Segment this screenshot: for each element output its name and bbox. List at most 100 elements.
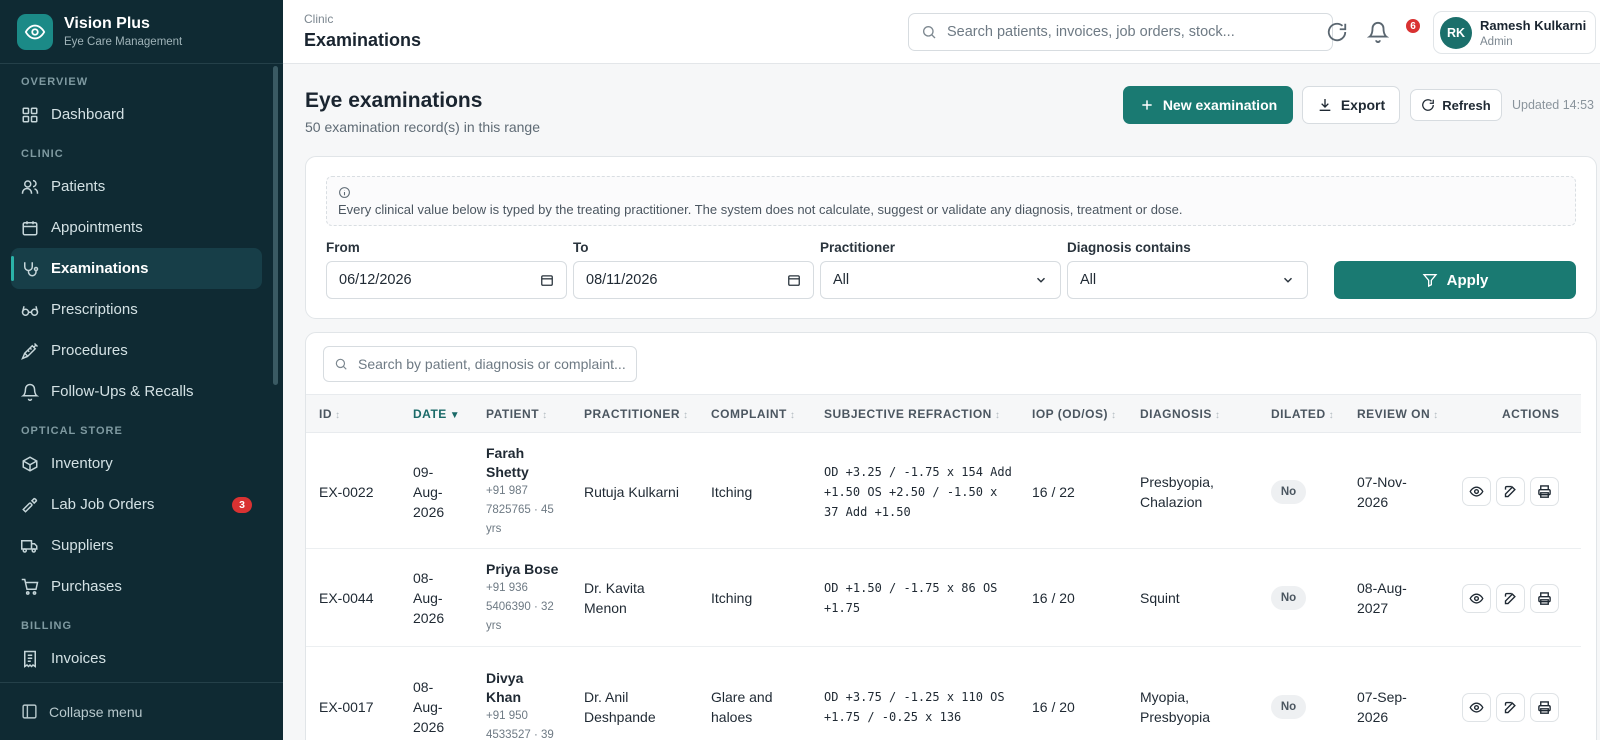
printer-icon xyxy=(1538,701,1551,714)
edit-button[interactable] xyxy=(1496,584,1525,613)
table-row[interactable]: EX-0017 08- Aug- 2026 Divya Khan +91 950 453352… xyxy=(306,647,1581,740)
sidebar-item-suppliers[interactable]: Suppliers xyxy=(11,525,262,566)
page-subtitle: 50 examination record(s) in this range xyxy=(305,119,541,135)
column-header-date[interactable]: DATE ▼ xyxy=(413,407,460,421)
column-header-patient[interactable]: PATIENT ↕ xyxy=(486,407,548,421)
patient-cell[interactable]: Divya Khan +91 950 4533527 · 39 xyxy=(486,669,566,740)
patient-contact: +91 936 xyxy=(486,582,528,594)
patient-name[interactable]: Shetty xyxy=(486,463,566,482)
stethoscope-icon xyxy=(24,261,39,276)
exam-date-line: 2026 xyxy=(413,719,445,735)
new-examination-button[interactable]: New examination xyxy=(1123,86,1293,124)
view-button[interactable] xyxy=(1462,693,1491,722)
refresh-icon[interactable] xyxy=(1326,21,1348,43)
calendar-icon[interactable] xyxy=(540,273,554,287)
table-search-input[interactable] xyxy=(358,356,628,372)
patient-contact: 4533527 · 39 xyxy=(486,729,554,740)
sidebar-item-appointments[interactable]: Appointments xyxy=(11,207,262,248)
nav-section-overview: OVERVIEW xyxy=(21,76,89,88)
refresh-button[interactable]: Refresh xyxy=(1410,89,1502,121)
from-date-input[interactable]: 06/12/2026 xyxy=(326,261,567,299)
print-button[interactable] xyxy=(1530,584,1559,613)
column-label: PATIENT xyxy=(486,407,540,421)
refresh-icon xyxy=(1422,99,1435,111)
practitioner-line: Deshpande xyxy=(584,709,656,725)
complaint: Itching xyxy=(711,482,752,502)
edit-button[interactable] xyxy=(1496,477,1525,506)
patient-cell[interactable]: Priya Bose +91 936 5406390 · 32 yrs xyxy=(486,560,566,636)
column-label: ID xyxy=(319,407,332,421)
patient-name[interactable]: Divya xyxy=(486,669,566,688)
apply-button[interactable]: Apply xyxy=(1334,261,1576,299)
edit-button[interactable] xyxy=(1496,693,1525,722)
users-icon xyxy=(21,179,39,194)
column-label: PRACTITIONER xyxy=(584,407,680,421)
column-header-complaint[interactable]: COMPLAINT ↕ xyxy=(711,407,795,421)
global-search-input[interactable] xyxy=(947,24,1317,40)
diagnosis-line: Chalazion xyxy=(1140,494,1203,510)
sidebar-item-invoices[interactable]: Invoices xyxy=(11,638,262,679)
sidebar-item-label: Purchases xyxy=(51,578,122,595)
sidebar-scrollbar[interactable] xyxy=(273,66,278,385)
exam-date-line: Aug- xyxy=(413,590,443,606)
sidebar-item-follow-ups[interactable]: Follow-Ups & Recalls xyxy=(11,371,262,412)
sort-icon: ↕ xyxy=(994,410,1001,421)
sidebar-item-examinations[interactable]: Examinations xyxy=(11,248,262,289)
collapse-menu-button[interactable]: Collapse menu xyxy=(0,682,283,740)
column-header-refraction[interactable]: SUBJECTIVE REFRACTION ↕ xyxy=(824,407,1000,421)
column-header-iop[interactable]: IOP (OD/OS) ↕ xyxy=(1032,407,1116,421)
global-search xyxy=(908,13,1333,51)
diagnosis-line: Squint xyxy=(1140,590,1180,606)
sidebar-item-lab-job-orders[interactable]: Lab Job Orders 3 xyxy=(11,484,262,525)
brand: Vision Plus Eye Care Management xyxy=(0,0,283,64)
calendar-icon[interactable] xyxy=(787,273,801,287)
sidebar-item-label: Follow-Ups & Recalls xyxy=(51,383,194,400)
patient-name[interactable]: Farah xyxy=(486,444,566,463)
sidebar-item-label: Patients xyxy=(51,178,106,195)
sidebar-item-label: Appointments xyxy=(51,219,143,236)
column-header-dilated[interactable]: DILATED ↕ xyxy=(1271,407,1334,421)
table-row[interactable]: EX-0044 08- Aug- 2026 Priya Bose +91 936 54063… xyxy=(306,549,1581,647)
user-menu[interactable]: RK Ramesh Kulkarni Admin xyxy=(1433,11,1596,54)
view-button[interactable] xyxy=(1462,477,1491,506)
notification-bell-icon[interactable] xyxy=(1367,21,1389,43)
refraction-line: 37 Add +1.50 xyxy=(824,505,911,519)
edit-icon xyxy=(1504,485,1516,498)
sidebar-item-patients[interactable]: Patients xyxy=(11,166,262,207)
sidebar-item-label: Dashboard xyxy=(51,106,125,123)
sort-icon: ↕ xyxy=(1110,410,1117,421)
nav-section-billing: BILLING xyxy=(21,620,72,632)
main-content: Eye examinations 50 examination record(s… xyxy=(283,64,1600,740)
sort-icon: ↕ xyxy=(542,410,548,421)
sidebar-item-label: Inventory xyxy=(51,455,113,472)
column-header-practitioner[interactable]: PRACTITIONER ↕ xyxy=(584,407,689,421)
print-button[interactable] xyxy=(1530,477,1559,506)
exam-date: 08- Aug- 2026 xyxy=(413,677,444,737)
patient-name[interactable]: Khan xyxy=(486,688,566,707)
refraction-line: OD +3.75 / -1.25 x 110 OS xyxy=(824,690,1005,704)
table-row[interactable]: EX-0022 09- Aug- 2026 Farah Shetty +91 987 7825… xyxy=(306,434,1581,549)
sidebar-item-prescriptions[interactable]: Prescriptions xyxy=(11,289,262,330)
to-date-input[interactable]: 08/11/2026 xyxy=(573,261,814,299)
practitioner-label: Practitioner xyxy=(820,240,896,255)
diagnosis-select[interactable]: All xyxy=(1067,261,1308,299)
sidebar-item-dashboard[interactable]: Dashboard xyxy=(11,94,262,135)
sidebar-item-inventory[interactable]: Inventory xyxy=(11,443,262,484)
new-examination-label: New examination xyxy=(1162,97,1278,113)
practitioner-line: Menon xyxy=(584,600,627,616)
practitioner-select[interactable]: All xyxy=(820,261,1061,299)
patient-contact: 7825765 · 45 xyxy=(486,504,554,516)
sidebar-item-procedures[interactable]: Procedures xyxy=(11,330,262,371)
exam-date: 09- Aug- 2026 xyxy=(413,462,444,522)
practitioner: Dr. Anil Deshpande xyxy=(584,687,656,727)
patient-name[interactable]: Priya Bose xyxy=(486,560,566,579)
column-header-id[interactable]: ID ↕ xyxy=(319,407,341,421)
patient-cell[interactable]: Farah Shetty +91 987 7825765 · 45 yrs xyxy=(486,444,566,539)
column-header-diagnosis[interactable]: DIAGNOSIS ↕ xyxy=(1140,407,1220,421)
print-button[interactable] xyxy=(1530,693,1559,722)
sidebar-item-purchases[interactable]: Purchases xyxy=(11,566,262,607)
view-button[interactable] xyxy=(1462,584,1491,613)
column-header-review-on[interactable]: REVIEW ON ↕ xyxy=(1357,407,1439,421)
export-button[interactable]: Export xyxy=(1302,86,1400,124)
brand-name: Vision Plus xyxy=(64,15,150,32)
